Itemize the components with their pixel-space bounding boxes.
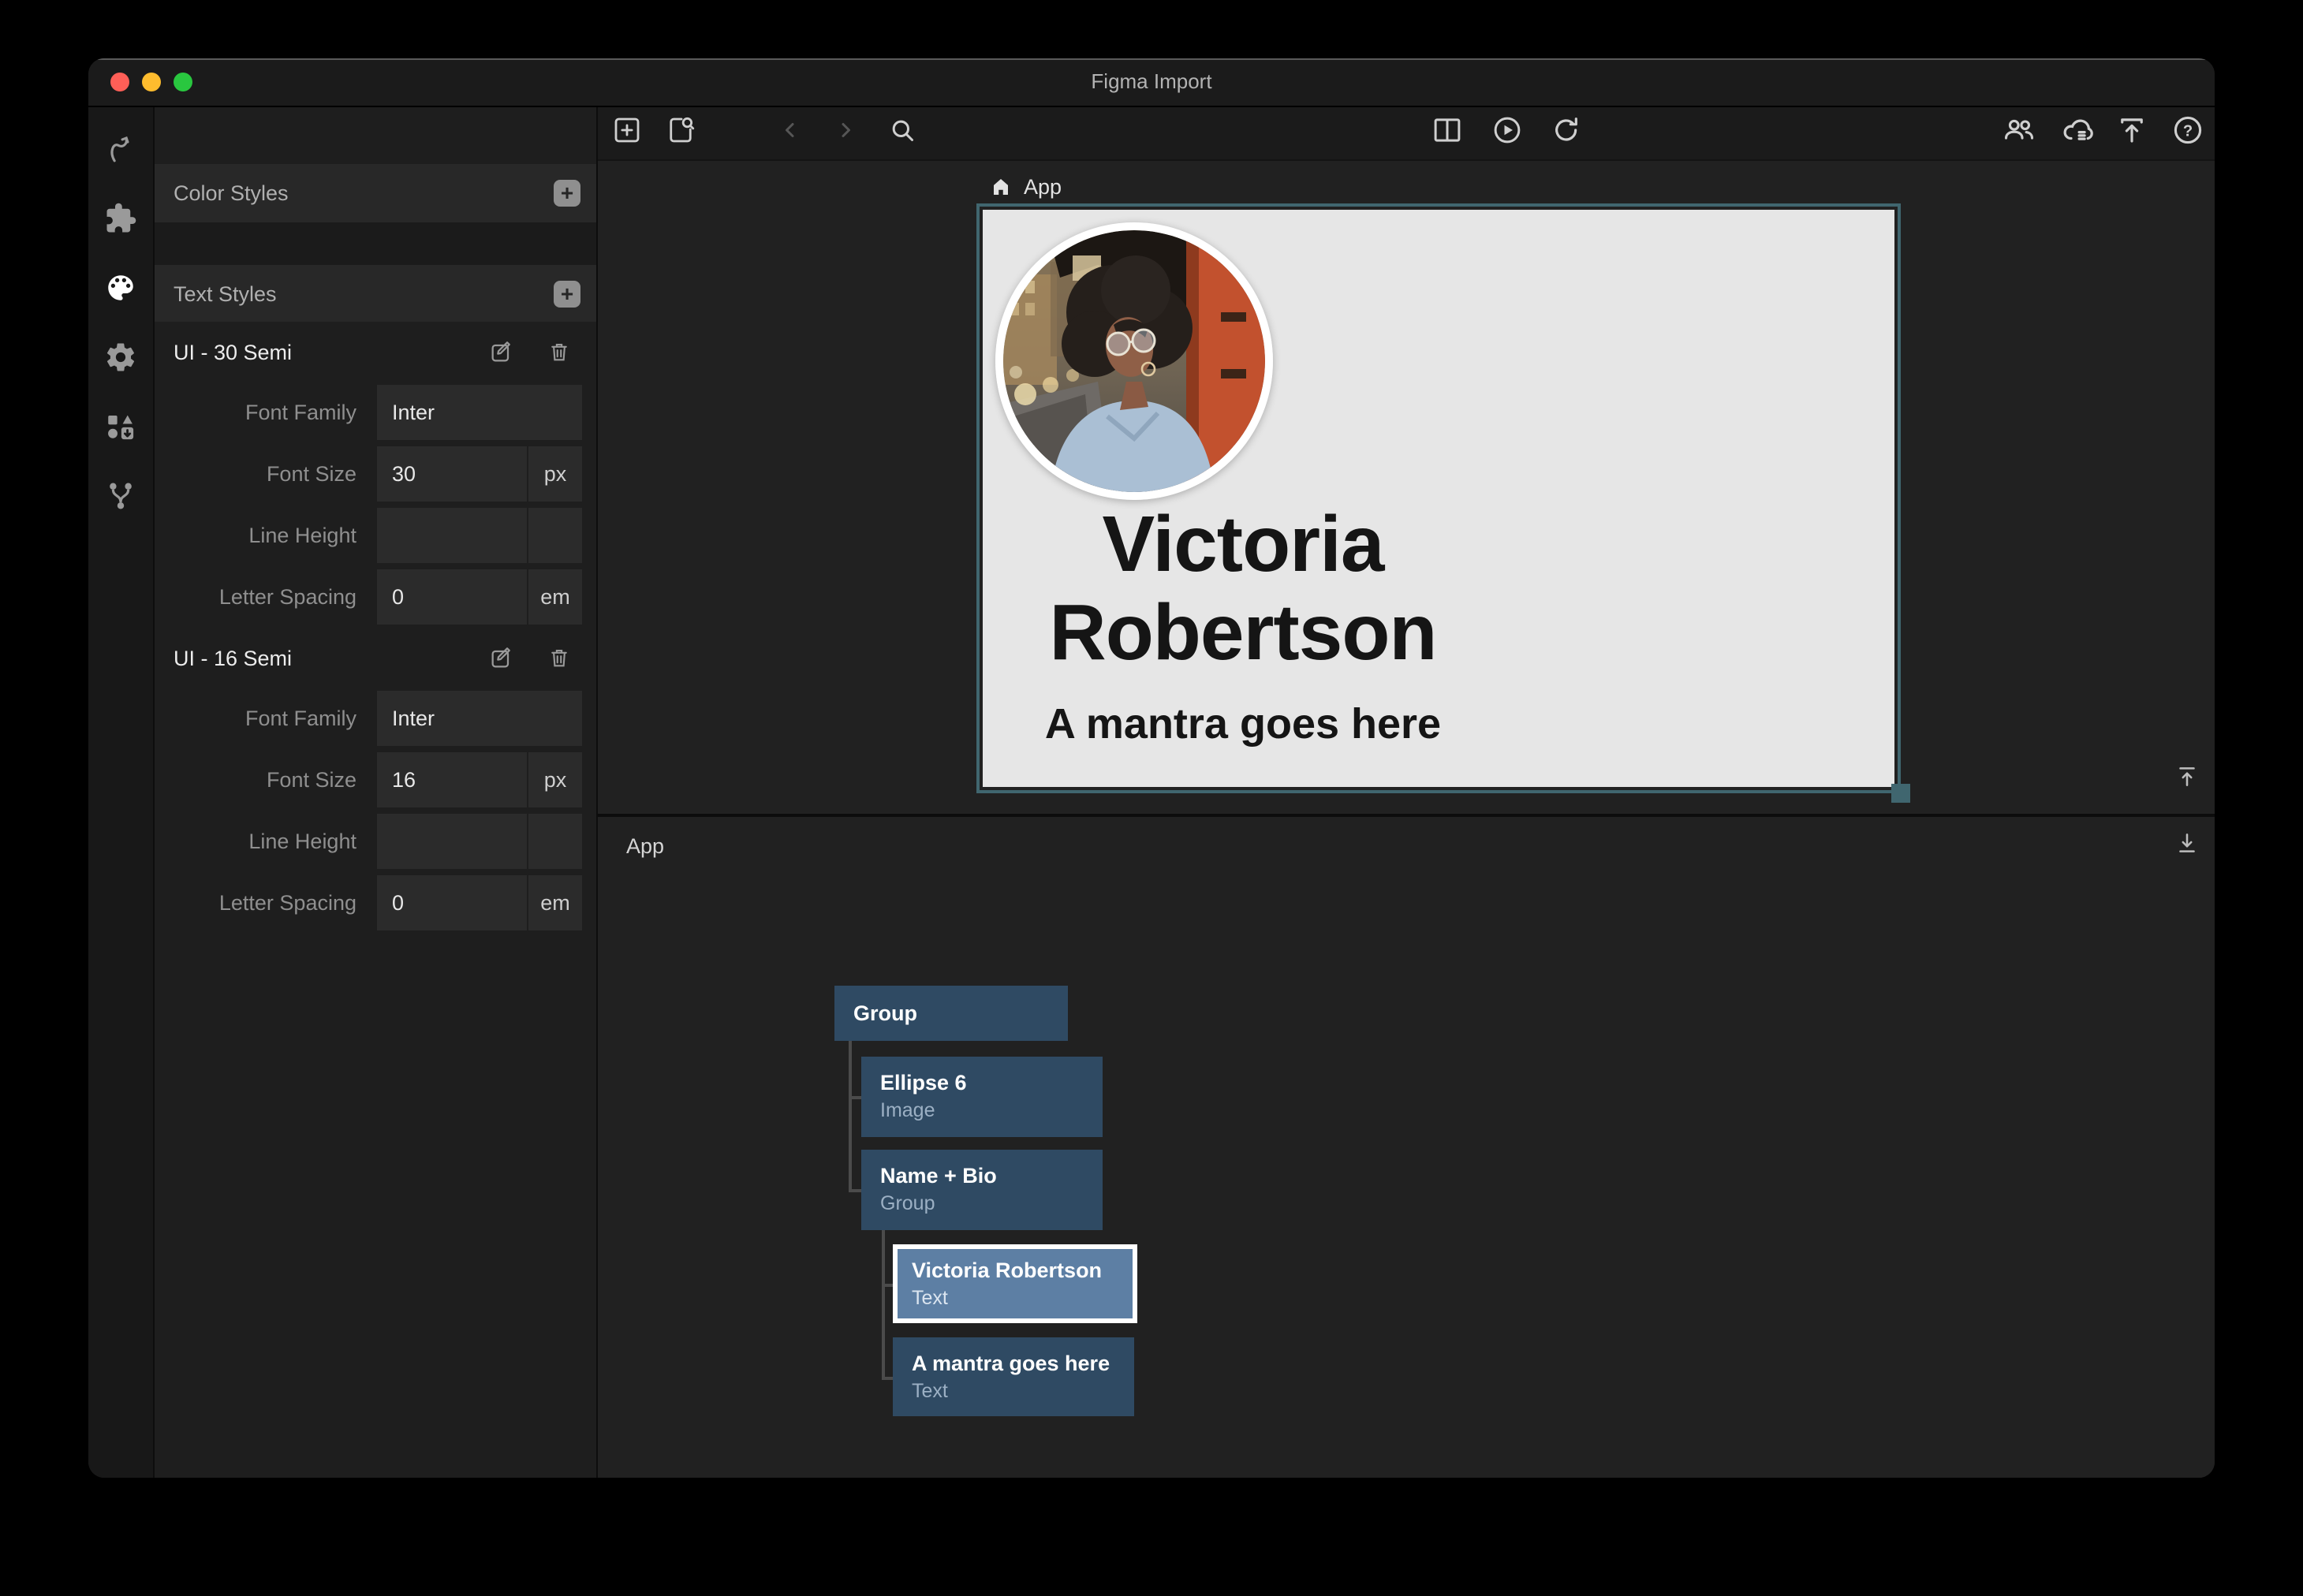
cloud-sync-icon[interactable]: [2060, 111, 2096, 155]
breadcrumb[interactable]: App: [989, 175, 1062, 199]
inspect-document-icon[interactable]: [664, 113, 697, 154]
edit-icon[interactable]: [489, 339, 514, 364]
trash-icon[interactable]: [547, 645, 571, 670]
collapse-panel-down-icon[interactable]: [2174, 830, 2200, 864]
versions-icon[interactable]: [88, 461, 154, 530]
tree-node-title: A mantra goes here: [912, 1350, 1115, 1377]
profile-photo[interactable]: [995, 222, 1273, 500]
assets-icon[interactable]: [88, 391, 154, 461]
edit-icon[interactable]: [489, 645, 514, 670]
tree-node-title: Group: [853, 1000, 917, 1027]
color-styles-header: Color Styles +: [155, 164, 596, 222]
text-style-name: UI - 30 Semi: [174, 340, 292, 364]
play-icon[interactable]: [1491, 113, 1524, 154]
text-style-item[interactable]: UI - 30 Semi: [155, 322, 596, 382]
font-family-field[interactable]: Inter: [376, 691, 582, 746]
name-bio-group: Victoria Robertson A mantra goes here: [989, 500, 1497, 749]
font-size-unit[interactable]: px: [528, 446, 582, 502]
svg-text:?: ?: [2183, 121, 2193, 139]
tree-connector: [849, 1096, 861, 1098]
tree-node-type: Text: [912, 1378, 1115, 1404]
titlebar: Figma Import: [88, 58, 2215, 107]
line-height-field[interactable]: [376, 508, 526, 563]
text-style-item[interactable]: UI - 16 Semi: [155, 628, 596, 688]
tree-node-title: Name + Bio: [880, 1162, 1084, 1189]
line-height-unit[interactable]: [528, 508, 582, 563]
tree-node-type: Image: [880, 1098, 1084, 1123]
styles-icon[interactable]: [88, 252, 154, 322]
prop-label: Line Height: [155, 524, 374, 547]
prop-label: Letter Spacing: [155, 891, 374, 915]
prop-label: Letter Spacing: [155, 585, 374, 609]
add-text-style-button[interactable]: +: [554, 280, 580, 307]
prop-label: Line Height: [155, 830, 374, 853]
font-size-unit[interactable]: px: [528, 752, 582, 807]
canvas-toolbar: ?: [598, 107, 2215, 161]
tree-node-group[interactable]: Group: [834, 986, 1068, 1041]
home-icon: [989, 175, 1013, 199]
flows-icon[interactable]: [88, 114, 154, 183]
add-screen-icon[interactable]: [610, 113, 644, 154]
tree-node-title: Victoria Robertson: [912, 1257, 1118, 1284]
line-height-field[interactable]: [376, 814, 526, 869]
icon-rail: [88, 107, 155, 1478]
forward-icon[interactable]: [831, 115, 860, 151]
profile-card[interactable]: Victoria Robertson A mantra goes here: [983, 210, 1894, 787]
collaborators-icon[interactable]: [2002, 112, 2036, 155]
canvas-viewport[interactable]: App: [598, 161, 2215, 814]
text-styles-header: Text Styles +: [155, 265, 596, 322]
search-icon[interactable]: [886, 114, 918, 153]
expand-panel-up-icon[interactable]: [2174, 763, 2200, 798]
layer-tree-panel: App Group Ellipse: [598, 817, 2215, 1478]
tree-connector: [882, 1230, 884, 1378]
settings-icon[interactable]: [88, 322, 154, 391]
tree-node-victoria-selected[interactable]: Victoria Robertson Text: [893, 1244, 1137, 1323]
text-styles-title: Text Styles: [174, 282, 277, 305]
tree-node-name-bio[interactable]: Name + Bio Group: [861, 1150, 1103, 1230]
prop-label: Font Size: [155, 462, 374, 486]
breadcrumb-label: App: [1024, 175, 1062, 199]
prop-label: Font Size: [155, 768, 374, 792]
tree-root-label[interactable]: App: [626, 834, 664, 858]
styles-panel: Color Styles + Text Styles + UI - 30 Sem…: [155, 107, 598, 1478]
tree-node-mantra[interactable]: A mantra goes here Text: [893, 1337, 1134, 1416]
tree-connector: [849, 1189, 861, 1191]
letter-spacing-unit[interactable]: em: [528, 875, 582, 930]
help-icon[interactable]: ?: [2170, 112, 2205, 155]
back-icon[interactable]: [776, 115, 804, 151]
tree-connector: [882, 1377, 893, 1379]
upload-icon[interactable]: [2115, 113, 2148, 154]
app-window: Figma Import: [88, 58, 2215, 1478]
prop-label: Font Family: [155, 707, 374, 730]
plugins-icon[interactable]: [88, 183, 154, 252]
letter-spacing-field[interactable]: 0: [376, 875, 526, 930]
tree-node-type: Text: [912, 1285, 1118, 1311]
letter-spacing-field[interactable]: 0: [376, 569, 526, 625]
add-color-style-button[interactable]: +: [554, 180, 580, 207]
trash-icon[interactable]: [547, 339, 571, 364]
text-style-name: UI - 16 Semi: [174, 646, 292, 669]
tree-connector: [849, 1041, 851, 1192]
line-height-unit[interactable]: [528, 814, 582, 869]
tree-node-title: Ellipse 6: [880, 1069, 1084, 1096]
tree-connector: [882, 1284, 893, 1286]
tree-node-ellipse[interactable]: Ellipse 6 Image: [861, 1057, 1103, 1137]
window-title: Figma Import: [88, 58, 2215, 106]
refresh-icon[interactable]: [1551, 114, 1582, 153]
split-view-icon[interactable]: [1431, 113, 1464, 154]
font-size-field[interactable]: 16: [376, 752, 526, 807]
tree-node-type: Group: [880, 1191, 1084, 1216]
app-frame-selected[interactable]: Victoria Robertson A mantra goes here: [976, 203, 1901, 793]
desktop: Figma Import: [0, 0, 2303, 1596]
font-family-field[interactable]: Inter: [376, 385, 582, 440]
prop-label: Font Family: [155, 401, 374, 424]
letter-spacing-unit[interactable]: em: [528, 569, 582, 625]
color-styles-title: Color Styles: [174, 181, 289, 205]
card-mantra-text[interactable]: A mantra goes here: [989, 700, 1497, 749]
font-size-field[interactable]: 30: [376, 446, 526, 502]
card-name-text[interactable]: Victoria Robertson: [989, 500, 1497, 677]
resize-handle[interactable]: [1891, 784, 1910, 803]
